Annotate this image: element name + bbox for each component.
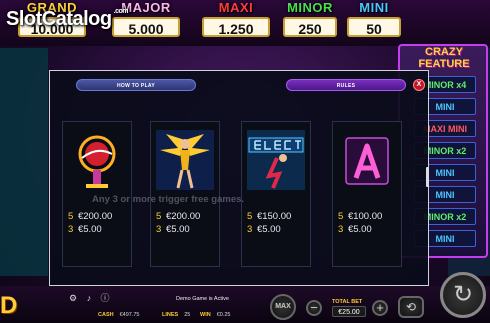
jackpot-maxi-value: 1.250 [202, 17, 270, 37]
pay-list: 5 €200.00 3 €5.00 [68, 210, 112, 236]
pay-count: 5 [156, 211, 162, 222]
bet-plus-button[interactable]: + [372, 300, 388, 316]
win-label: WIN [200, 312, 211, 318]
lines-value: 25 [184, 312, 191, 318]
pay-amount: €200.00 [165, 211, 201, 222]
lines-label: LINES [162, 312, 179, 318]
letter-a-icon [345, 137, 389, 185]
pay-count: 3 [68, 224, 74, 235]
crazy-title-line1: CRAZY [425, 46, 463, 58]
pay-amount: €150.00 [256, 211, 292, 222]
total-bet-value: €25.00 [332, 306, 366, 317]
pay-row: 5 €200.00 [156, 210, 200, 223]
pay-amount: €200.00 [77, 211, 113, 222]
settings-icon[interactable]: ⚙ [68, 293, 78, 303]
pay-amount: €5.00 [256, 224, 281, 235]
cash-label: CASH [98, 312, 114, 318]
pay-row: 3 €5.00 [68, 223, 112, 236]
pay-list: 5 €100.00 3 €5.00 [338, 210, 382, 236]
max-bet-button[interactable]: MAX [270, 294, 296, 320]
lines-stat: LINES 25 [162, 312, 190, 318]
watermark-text: SlotCatalog [6, 8, 112, 30]
bet-minus-button[interactable]: − [306, 300, 322, 316]
paytable-card: 5 €150.00 3 €5.00 [241, 121, 311, 267]
pay-count: 5 [338, 211, 344, 222]
jackpot-maxi: MAXI 1.250 [196, 0, 276, 44]
electric-sign-icon [247, 130, 305, 190]
pay-row: 3 €5.00 [156, 223, 200, 236]
win-value: €0.25 [216, 312, 231, 318]
tab-rules[interactable]: RULES [286, 79, 406, 91]
jackpot-mini: MINI 50 [334, 0, 414, 44]
pay-amount: €100.00 [347, 211, 383, 222]
spin-button[interactable]: ↻ [440, 272, 486, 318]
pay-row: 5 €150.00 [247, 210, 291, 223]
free-games-hint: Any 3 or more trigger free games. [92, 194, 245, 205]
jackpot-maxi-label: MAXI [218, 0, 254, 15]
jackpot-mini-value: 50 [347, 17, 401, 37]
sound-icon[interactable]: ♪ [84, 293, 94, 303]
crazy-title-line2: FEATURE [418, 58, 470, 70]
vegas-sign-icon [78, 135, 116, 188]
crazy-feature-title: CRAZY FEATURE [408, 46, 480, 70]
pay-list: 5 €200.00 3 €5.00 [156, 210, 200, 236]
tab-how-to-play[interactable]: HOW TO PLAY [76, 79, 196, 91]
watermark: SlotCatalog .com [6, 8, 128, 31]
paytable-modal: HOW TO PLAY RULES X 5 €200.00 3 €5.00 5 … [49, 70, 429, 286]
paytable-card: 5 €100.00 3 €5.00 [332, 121, 402, 267]
cash-value: €497.75 [119, 312, 140, 318]
pay-row: 3 €5.00 [247, 223, 291, 236]
pay-row: 3 €5.00 [338, 223, 382, 236]
close-button[interactable]: X [413, 79, 425, 91]
demo-status: Demo Game is Active [176, 296, 229, 302]
pay-count: 5 [247, 211, 253, 222]
autoplay-icon[interactable]: ⟲ [398, 296, 424, 318]
pay-amount: €5.00 [165, 224, 190, 235]
pay-row: 5 €200.00 [68, 210, 112, 223]
info-icon[interactable]: ⓘ [100, 293, 110, 303]
pay-amount: €5.00 [77, 224, 102, 235]
reel-left-edge [0, 48, 48, 276]
cash-stat: CASH €497.75 [98, 312, 139, 318]
pay-row: 5 €100.00 [338, 210, 382, 223]
pay-count: 5 [68, 211, 74, 222]
jackpot-mini-label: MINI [359, 0, 389, 15]
watermark-suffix: .com [113, 8, 129, 15]
pay-count: 3 [156, 224, 162, 235]
game-logo: D [0, 292, 18, 319]
win-stat: WIN €0.25 [200, 312, 230, 318]
pay-amount: €5.00 [347, 224, 372, 235]
pay-list: 5 €150.00 3 €5.00 [247, 210, 291, 236]
modal-scrollbar[interactable] [426, 167, 429, 187]
showgirl-icon [156, 130, 214, 190]
pay-count: 3 [338, 224, 344, 235]
pay-count: 3 [247, 224, 253, 235]
total-bet-label: TOTAL BET [332, 299, 363, 305]
jackpot-minor-value: 250 [283, 17, 337, 37]
